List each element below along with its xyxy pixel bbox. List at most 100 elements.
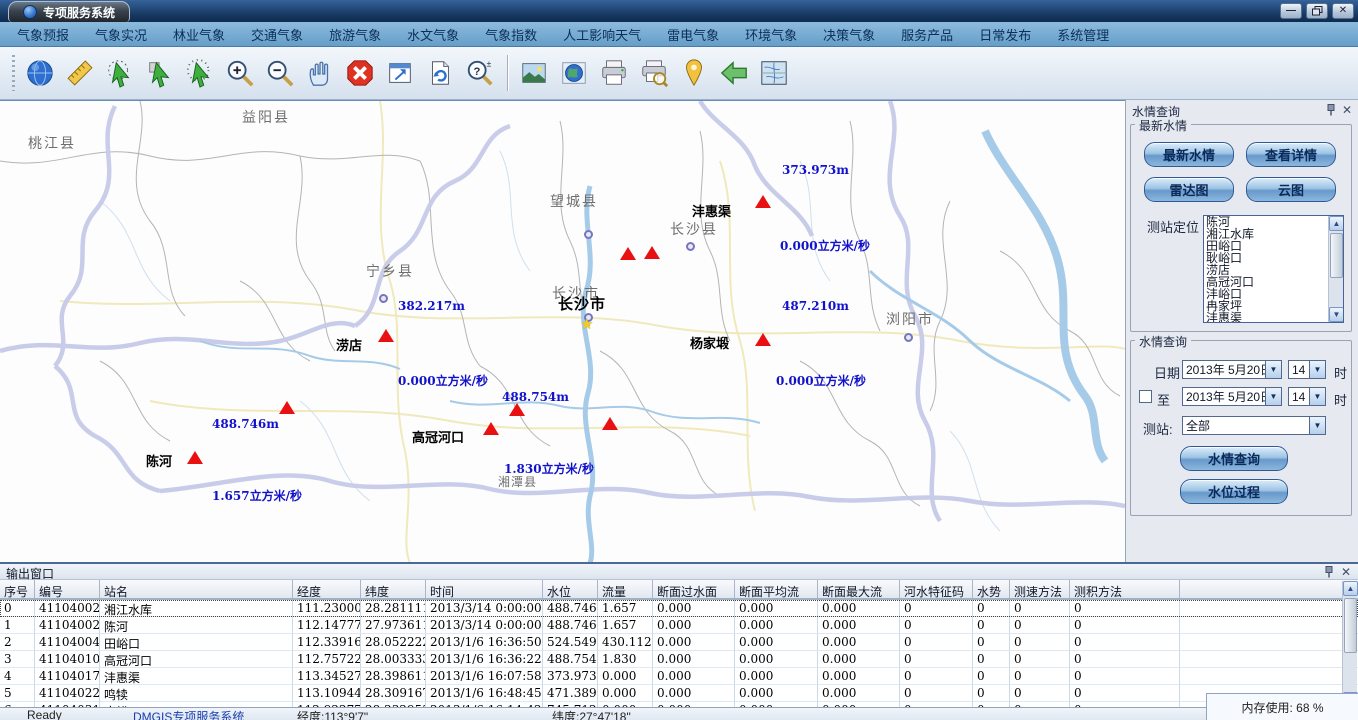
menu-item-4[interactable]: 交通气象: [238, 22, 316, 47]
chevron-down-icon[interactable]: ▼: [1309, 388, 1325, 405]
menu-item-1[interactable]: 气象预报: [4, 22, 82, 47]
water-level-process-button[interactable]: 水位过程: [1180, 479, 1288, 504]
station-marker[interactable]: [378, 329, 394, 342]
city-marker[interactable]: [904, 333, 913, 342]
chevron-down-icon[interactable]: ▼: [1309, 417, 1325, 434]
globe-icon[interactable]: [23, 56, 57, 90]
end-date-select[interactable]: 2013年 5月20日▼: [1182, 387, 1282, 406]
city-marker[interactable]: [379, 294, 388, 303]
world-icon[interactable]: [557, 56, 591, 90]
station-listbox[interactable]: 陈河湘江水库田峪口耿峪口涝店高冠河口沣峪口冉家坪沣惠渠 ▲ ▼: [1203, 215, 1344, 323]
close-icon[interactable]: ✕: [1340, 103, 1354, 117]
back-icon[interactable]: [717, 56, 751, 90]
menu-item-12[interactable]: 服务产品: [888, 22, 966, 47]
scroll-up-icon[interactable]: ▲: [1343, 581, 1358, 596]
menu-item-8[interactable]: 人工影响天气: [550, 22, 654, 47]
column-header[interactable]: 序号: [0, 580, 35, 598]
select-circle-icon[interactable]: [103, 56, 137, 90]
chevron-down-icon[interactable]: ▼: [1309, 361, 1325, 378]
zoom-in-icon[interactable]: [223, 56, 257, 90]
column-header[interactable]: 断面平均流: [735, 580, 818, 598]
table-row[interactable]: 041104002湘江水库111.23000028.2811112013/3/1…: [0, 600, 1358, 617]
window-title-tab[interactable]: 专项服务系统: [8, 1, 130, 22]
station-marker[interactable]: [755, 333, 771, 346]
column-header[interactable]: 测积方法: [1070, 580, 1180, 598]
scroll-up-icon[interactable]: ▲: [1329, 216, 1344, 231]
select-arrow-icon[interactable]: [143, 56, 177, 90]
table-row[interactable]: 541104022鸣犊113.10944428.3091672013/1/6 1…: [0, 685, 1358, 702]
column-header[interactable]: 测速方法: [1010, 580, 1070, 598]
pan-icon[interactable]: [303, 56, 337, 90]
radar-chart-button[interactable]: 雷达图: [1144, 177, 1234, 202]
overview-map-icon[interactable]: [757, 56, 791, 90]
column-header[interactable]: 河水特征码: [900, 580, 973, 598]
menu-item-5[interactable]: 旅游气象: [316, 22, 394, 47]
measure-icon[interactable]: [63, 56, 97, 90]
refresh-icon[interactable]: [423, 56, 457, 90]
toolbar-grip[interactable]: [12, 55, 15, 91]
latest-water-button[interactable]: 最新水情: [1144, 142, 1234, 167]
table-row[interactable]: 441104017沣惠渠113.34527828.3986112013/1/6 …: [0, 668, 1358, 685]
column-header[interactable]: 站名: [100, 580, 293, 598]
identify-icon[interactable]: ?±: [463, 56, 497, 90]
station-marker[interactable]: [755, 195, 771, 208]
column-header[interactable]: 水势: [973, 580, 1010, 598]
zoom-out-icon[interactable]: [263, 56, 297, 90]
select-lasso-icon[interactable]: [183, 56, 217, 90]
close-icon[interactable]: ✕: [1339, 565, 1353, 579]
table-row[interactable]: 141104002陈河112.14777827.9736112013/3/14 …: [0, 617, 1358, 634]
minimize-button[interactable]: —: [1280, 3, 1302, 19]
column-header[interactable]: 断面过水面: [653, 580, 735, 598]
scrollbar-thumb[interactable]: [1330, 233, 1343, 278]
restore-button[interactable]: [1306, 3, 1328, 19]
station-select[interactable]: 全部▼: [1182, 416, 1326, 435]
table-row[interactable]: 241104004田峪口112.33916728.0522222013/1/6 …: [0, 634, 1358, 651]
cloud-chart-button[interactable]: 云图: [1246, 177, 1336, 202]
locate-pin-icon[interactable]: [677, 56, 711, 90]
station-marker[interactable]: [187, 451, 203, 464]
menu-item-11[interactable]: 决策气象: [810, 22, 888, 47]
scroll-down-icon[interactable]: ▼: [1329, 307, 1344, 322]
pin-icon[interactable]: [1322, 565, 1336, 579]
column-header[interactable]: 断面最大流: [818, 580, 900, 598]
menu-item-13[interactable]: 日常发布: [966, 22, 1044, 47]
stop-icon[interactable]: [343, 56, 377, 90]
chevron-down-icon[interactable]: ▼: [1265, 361, 1281, 378]
hour-select[interactable]: 14▼: [1288, 360, 1326, 379]
station-marker[interactable]: [483, 422, 499, 435]
print-icon[interactable]: [597, 56, 631, 90]
table-row[interactable]: 341104010高冠河口112.75722228.0033332013/1/6…: [0, 651, 1358, 668]
station-marker[interactable]: [620, 247, 636, 260]
station-marker[interactable]: [602, 417, 618, 430]
menu-item-2[interactable]: 气象实况: [82, 22, 160, 47]
chevron-down-icon[interactable]: ▼: [1265, 388, 1281, 405]
menu-item-6[interactable]: 水文气象: [394, 22, 472, 47]
column-header[interactable]: 纬度: [361, 580, 426, 598]
station-marker[interactable]: [509, 403, 525, 416]
menu-item-10[interactable]: 环境气象: [732, 22, 810, 47]
image-export-icon[interactable]: [517, 56, 551, 90]
menu-item-14[interactable]: 系统管理: [1044, 22, 1122, 47]
column-header[interactable]: 时间: [426, 580, 543, 598]
date-range-checkbox[interactable]: [1139, 390, 1152, 403]
listbox-scrollbar[interactable]: ▲ ▼: [1328, 216, 1343, 322]
date-select[interactable]: 2013年 5月20日▼: [1182, 360, 1282, 379]
column-header[interactable]: 编号: [35, 580, 100, 598]
full-extent-icon[interactable]: [383, 56, 417, 90]
scrollbar-thumb[interactable]: [1344, 598, 1357, 653]
station-marker[interactable]: [644, 246, 660, 259]
column-header[interactable]: 流量: [598, 580, 653, 598]
menu-item-9[interactable]: 雷电气象: [654, 22, 732, 47]
station-list-item[interactable]: 沣惠渠: [1204, 312, 1328, 323]
close-button[interactable]: ✕: [1332, 3, 1354, 19]
map-canvas[interactable]: 桃江县益阳县宁乡县望城县长沙县长沙市浏阳市湘潭县长沙市涝店陈河高冠河口沣惠渠杨家…: [0, 100, 1125, 562]
station-marker[interactable]: [279, 401, 295, 414]
pin-icon[interactable]: [1324, 103, 1338, 117]
table-scrollbar[interactable]: ▲ ▼: [1342, 581, 1357, 707]
city-marker[interactable]: [686, 242, 695, 251]
print-preview-icon[interactable]: [637, 56, 671, 90]
end-hour-select[interactable]: 14▼: [1288, 387, 1326, 406]
menu-item-3[interactable]: 林业气象: [160, 22, 238, 47]
water-query-button[interactable]: 水情查询: [1180, 446, 1288, 471]
view-details-button[interactable]: 查看详情: [1246, 142, 1336, 167]
